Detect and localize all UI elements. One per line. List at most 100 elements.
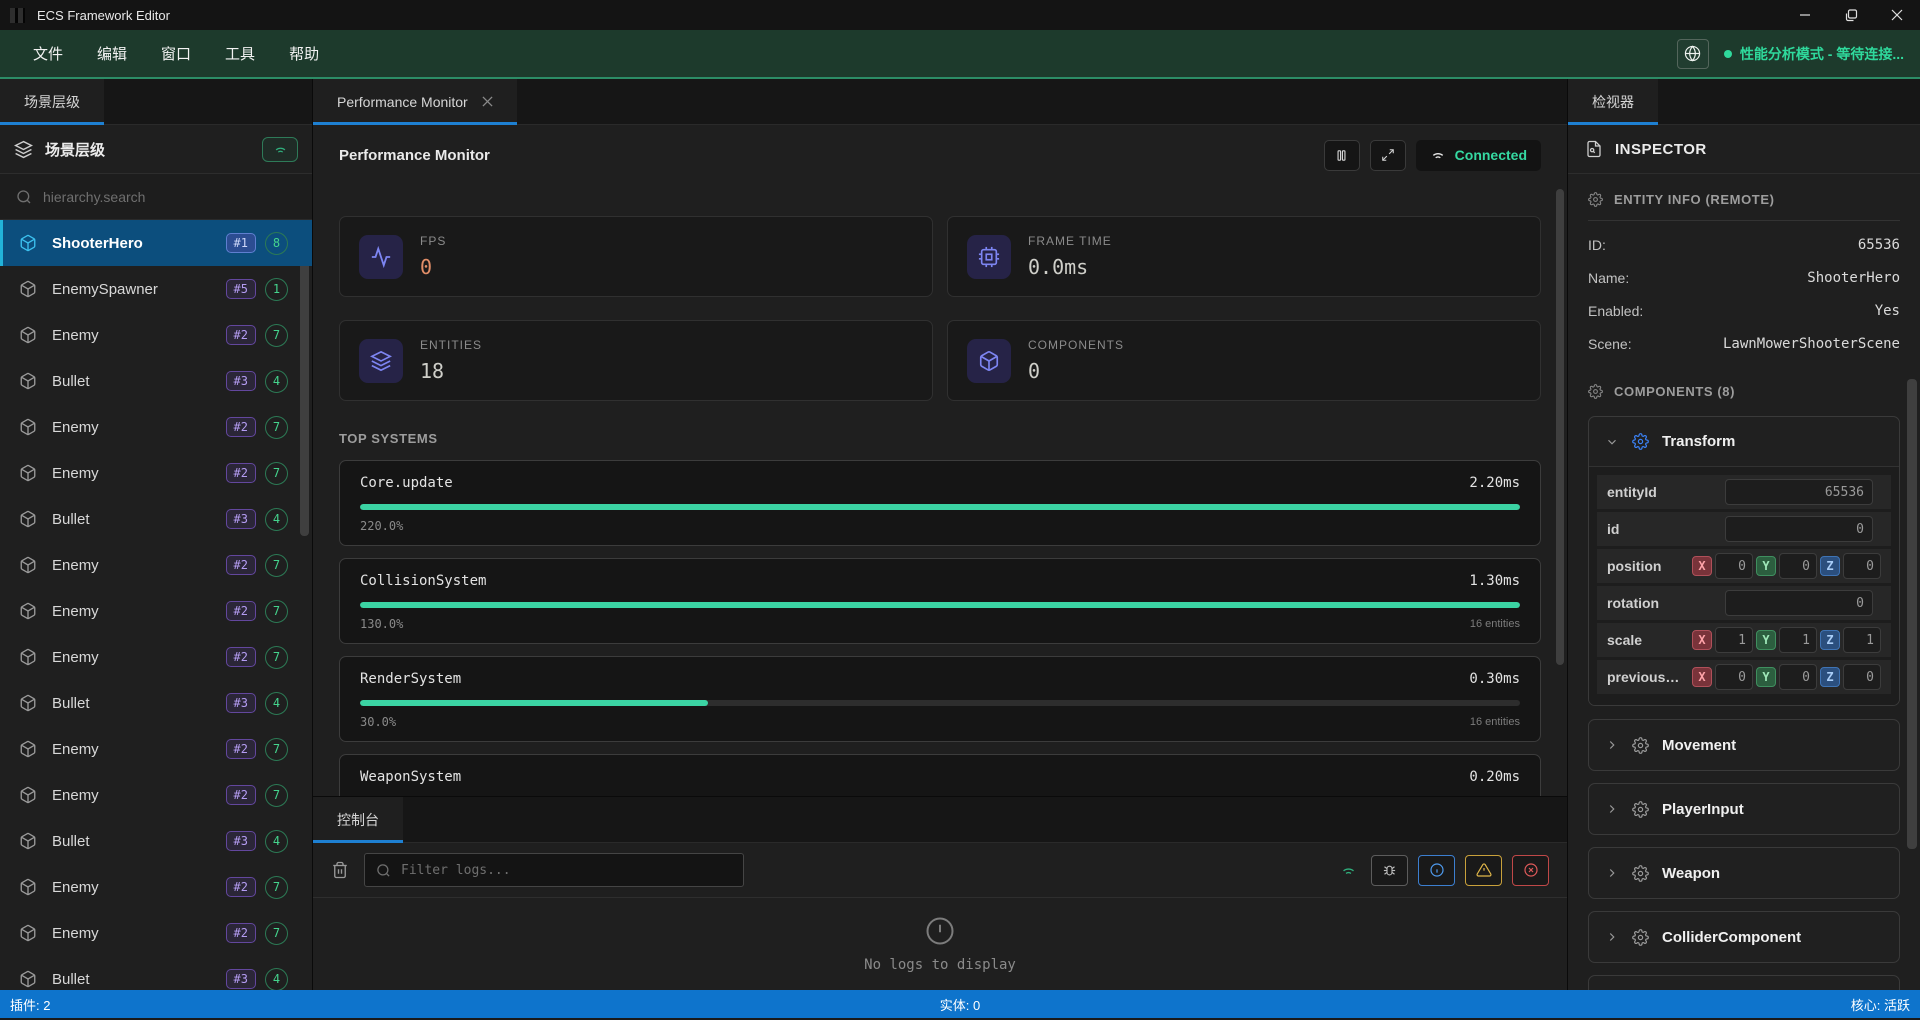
system-percent: 130.0% bbox=[360, 617, 403, 631]
stat-icon-tile bbox=[967, 235, 1011, 279]
entity-count-badge: 7 bbox=[265, 600, 288, 623]
axis-y-input[interactable]: 0 bbox=[1779, 664, 1817, 690]
stat-label: FRAME TIME bbox=[1028, 234, 1112, 248]
hierarchy-item[interactable]: Enemy #2 7 bbox=[0, 910, 312, 956]
component-card-collapsed[interactable]: Health bbox=[1588, 975, 1900, 990]
system-progress-fill bbox=[360, 504, 1520, 510]
entity-count-badge: 4 bbox=[265, 692, 288, 715]
tab-close-icon[interactable] bbox=[482, 96, 493, 107]
entity-badges: #2 7 bbox=[226, 324, 288, 347]
field-label: Name: bbox=[1588, 270, 1629, 286]
component-card-collapsed[interactable]: Weapon bbox=[1588, 847, 1900, 899]
filter-debug-button[interactable] bbox=[1371, 855, 1408, 886]
search-icon bbox=[16, 189, 32, 205]
pause-button[interactable] bbox=[1324, 140, 1360, 171]
hierarchy-item[interactable]: ShooterHero #1 8 bbox=[0, 220, 312, 266]
menu-item[interactable]: 窗口 bbox=[144, 30, 208, 77]
entity-tag-badge: #3 bbox=[226, 969, 256, 989]
component-card-collapsed[interactable]: PlayerInput bbox=[1588, 783, 1900, 835]
minimize-button[interactable] bbox=[1782, 0, 1828, 30]
component-card-header[interactable]: Health bbox=[1589, 976, 1899, 990]
axis-x-input[interactable]: 0 bbox=[1715, 664, 1753, 690]
menu-item[interactable]: 编辑 bbox=[80, 30, 144, 77]
entity-badges: #3 4 bbox=[226, 830, 288, 853]
system-card-top: WeaponSystem 0.20ms bbox=[360, 769, 1520, 785]
entity-count-badge: 4 bbox=[265, 508, 288, 531]
stats-grid: FPS 0 FRAME TIME 0.0ms bbox=[313, 185, 1567, 401]
axis-y-input[interactable]: 0 bbox=[1779, 553, 1817, 579]
entity-tag-badge: #2 bbox=[226, 785, 256, 805]
property-value-input[interactable]: 65536 bbox=[1725, 479, 1873, 505]
component-card-header[interactable]: PlayerInput bbox=[1589, 784, 1899, 834]
tab-performance-monitor[interactable]: Performance Monitor bbox=[313, 79, 517, 124]
console-filter-input[interactable]: Filter logs... bbox=[364, 853, 744, 887]
wifi-icon bbox=[1430, 147, 1446, 163]
entity-cube-icon bbox=[19, 556, 37, 574]
hierarchy-item[interactable]: Enemy #2 7 bbox=[0, 404, 312, 450]
filter-info-button[interactable] bbox=[1418, 855, 1455, 886]
entity-count-badge: 8 bbox=[265, 232, 288, 255]
system-time: 0.20ms bbox=[1469, 769, 1520, 785]
window-title: ECS Framework Editor bbox=[37, 8, 170, 23]
system-card-top: Core.update 2.20ms bbox=[360, 475, 1520, 491]
axis-z-badge: Z bbox=[1820, 630, 1840, 650]
tab-inspector[interactable]: 检视器 bbox=[1568, 79, 1658, 124]
axis-z-input[interactable]: 0 bbox=[1843, 553, 1881, 579]
hierarchy-item[interactable]: Enemy #2 7 bbox=[0, 772, 312, 818]
hierarchy-item[interactable]: Enemy #2 7 bbox=[0, 450, 312, 496]
hierarchy-sync-button[interactable] bbox=[262, 137, 298, 162]
axis-y-input[interactable]: 1 bbox=[1779, 627, 1817, 653]
expand-button[interactable] bbox=[1370, 140, 1406, 171]
hierarchy-item[interactable]: Bullet #3 4 bbox=[0, 358, 312, 404]
component-card-header[interactable]: Movement bbox=[1589, 720, 1899, 770]
hierarchy-item[interactable]: Bullet #3 4 bbox=[0, 956, 312, 990]
entity-tag-badge: #2 bbox=[226, 417, 256, 437]
axis-x-input[interactable]: 0 bbox=[1715, 553, 1753, 579]
entity-count-badge: 7 bbox=[265, 646, 288, 669]
filter-warning-button[interactable] bbox=[1465, 855, 1502, 886]
entity-badges: #2 7 bbox=[226, 784, 288, 807]
axis-y-badge: Y bbox=[1756, 667, 1776, 687]
monitor-scrollbar[interactable] bbox=[1556, 189, 1564, 665]
component-card-header[interactable]: ColliderComponent bbox=[1589, 912, 1899, 962]
hierarchy-item[interactable]: Bullet #3 4 bbox=[0, 818, 312, 864]
component-card-header[interactable]: Weapon bbox=[1589, 848, 1899, 898]
components-section-header: COMPONENTS (8) bbox=[1588, 384, 1900, 399]
property-value-input[interactable]: 0 bbox=[1725, 590, 1873, 616]
tab-scene-hierarchy[interactable]: 场景层级 bbox=[0, 79, 104, 124]
hierarchy-item[interactable]: Enemy #2 7 bbox=[0, 312, 312, 358]
entity-count-badge: 7 bbox=[265, 784, 288, 807]
hierarchy-item[interactable]: Enemy #2 7 bbox=[0, 726, 312, 772]
hierarchy-item[interactable]: Enemy #2 7 bbox=[0, 634, 312, 680]
axis-z-input[interactable]: 1 bbox=[1843, 627, 1881, 653]
menu-item[interactable]: 帮助 bbox=[272, 30, 336, 77]
hierarchy-item[interactable]: Bullet #3 4 bbox=[0, 496, 312, 542]
language-globe-button[interactable] bbox=[1677, 39, 1709, 69]
stat-label: ENTITIES bbox=[420, 338, 482, 352]
maximize-button[interactable] bbox=[1828, 0, 1874, 30]
hierarchy-item[interactable]: Enemy #2 7 bbox=[0, 864, 312, 910]
component-gear-icon bbox=[1632, 801, 1649, 818]
inspector-scrollbar[interactable] bbox=[1907, 379, 1917, 849]
close-button[interactable] bbox=[1874, 0, 1920, 30]
hierarchy-item[interactable]: EnemySpawner #5 1 bbox=[0, 266, 312, 312]
hierarchy-search-input[interactable]: hierarchy.search bbox=[0, 174, 312, 220]
component-card-collapsed[interactable]: Movement bbox=[1588, 719, 1900, 771]
component-card-collapsed[interactable]: ColliderComponent bbox=[1588, 911, 1900, 963]
transform-header[interactable]: Transform bbox=[1589, 417, 1899, 467]
hierarchy-item[interactable]: Bullet #3 4 bbox=[0, 680, 312, 726]
hierarchy-item[interactable]: Enemy #2 7 bbox=[0, 542, 312, 588]
tab-console[interactable]: 控制台 bbox=[313, 797, 403, 842]
menu-item[interactable]: 工具 bbox=[208, 30, 272, 77]
axis-z-input[interactable]: 0 bbox=[1843, 664, 1881, 690]
property-label: position bbox=[1607, 558, 1692, 574]
clear-logs-button[interactable] bbox=[331, 861, 349, 879]
axis-x-input[interactable]: 1 bbox=[1715, 627, 1753, 653]
hierarchy-item[interactable]: Enemy #2 7 bbox=[0, 588, 312, 634]
app-icon bbox=[10, 8, 25, 23]
entity-cube-icon bbox=[19, 648, 37, 666]
menu-item[interactable]: 文件 bbox=[16, 30, 80, 77]
property-value-input[interactable]: 0 bbox=[1725, 516, 1873, 542]
filter-error-button[interactable] bbox=[1512, 855, 1549, 886]
close-icon bbox=[1891, 9, 1903, 21]
